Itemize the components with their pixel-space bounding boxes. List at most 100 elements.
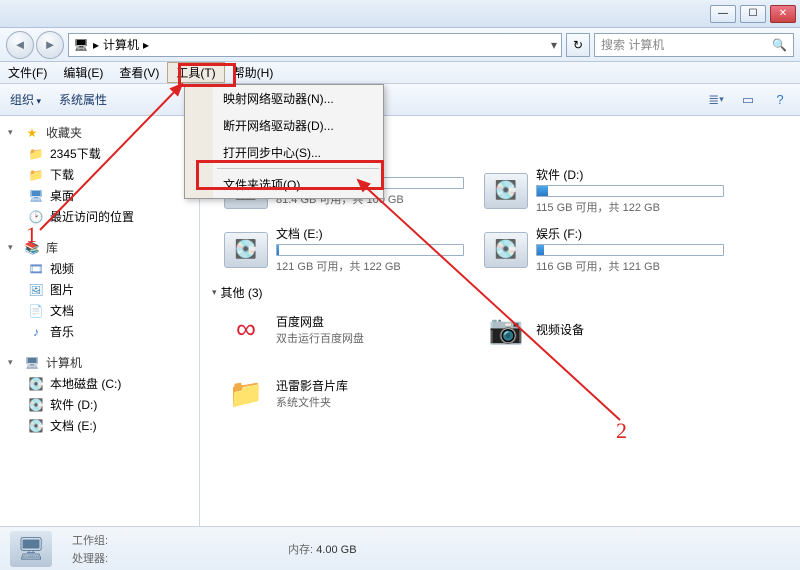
sidebar-item-label: 文档: [50, 302, 74, 319]
item-icon: 💽: [28, 376, 44, 392]
section-others-label: 其他 (3): [221, 284, 263, 301]
command-toolbar: 组织 系统属性 打开控制面板 ≣ ▭ ?: [0, 84, 800, 116]
item-icon: 📄: [28, 303, 44, 319]
sidebar-item-label: 最近访问的位置: [50, 208, 134, 225]
breadcrumb-sep: ▸: [93, 38, 99, 52]
sidebar-libraries-label: 库: [46, 239, 58, 256]
refresh-button[interactable]: ↻: [566, 33, 590, 57]
navigation-pane: ▾ ★ 收藏夹 📁2345下载📁下载🖥桌面🕑最近访问的位置 ▾ 📚 库 🎞视频🖼…: [0, 116, 200, 526]
drive-item[interactable]: 💽软件 (D:)115 GB 可用，共 122 GB: [484, 166, 724, 215]
other-item-icon: 📁: [224, 371, 268, 415]
other-item-icon: ∞: [224, 307, 268, 351]
sidebar-item[interactable]: 📄 文档: [0, 300, 199, 321]
sidebar-item[interactable]: 📁 下载: [0, 164, 199, 185]
drive-name: 软件 (D:): [536, 166, 724, 183]
drive-usage-bar: [536, 244, 724, 256]
item-icon: ♪: [28, 324, 44, 340]
preview-pane-button[interactable]: ▭: [738, 90, 758, 110]
collapse-icon: ▾: [8, 242, 18, 253]
item-icon: 🎞: [28, 261, 44, 277]
back-button[interactable]: ◄: [6, 31, 34, 59]
menu-tools[interactable]: 工具(T): [167, 62, 224, 83]
sidebar-item[interactable]: 📁 2345下载: [0, 143, 199, 164]
navigation-bar: ◄ ► 🖥 ▸ 计算机 ▸ ▾ ↻ 搜索 计算机 🔍: [0, 28, 800, 62]
item-icon: 🖼: [28, 282, 44, 298]
menu-folder-options[interactable]: 文件夹选项(O)...: [213, 171, 383, 198]
item-icon: 💽: [28, 397, 44, 413]
sidebar-item[interactable]: 💽 本地磁盘 (C:): [0, 373, 199, 394]
other-item[interactable]: ∞ 百度网盘双击运行百度网盘: [224, 307, 464, 351]
cpu-label: 处理器:: [72, 553, 108, 565]
sidebar-item[interactable]: 💽 软件 (D:): [0, 394, 199, 415]
address-dropdown-icon[interactable]: ▾: [551, 38, 557, 52]
drive-item[interactable]: 💽 娱乐 (F:) 116 GB 可用，共 121 GB: [484, 225, 724, 274]
sidebar-computer-header[interactable]: ▾ 🖥 计算机: [0, 352, 199, 373]
menu-edit[interactable]: 编辑(E): [55, 62, 111, 83]
drive-icon: 💽: [484, 232, 528, 268]
search-placeholder: 搜索 计算机: [601, 36, 664, 53]
drive-item[interactable]: 💽 文档 (E:) 121 GB 可用，共 122 GB: [224, 225, 464, 274]
sidebar-computer-label: 计算机: [46, 354, 82, 371]
menu-map-network-drive[interactable]: 映射网络驱动器(N)...: [213, 85, 383, 112]
sidebar-item[interactable]: ♪ 音乐: [0, 321, 199, 342]
sidebar-item-label: 图片: [50, 281, 74, 298]
menu-view[interactable]: 查看(V): [111, 62, 167, 83]
drive-usage-bar: [276, 244, 464, 256]
search-icon: 🔍: [772, 38, 787, 52]
sidebar-item-label: 视频: [50, 260, 74, 277]
menu-disconnect-network-drive[interactable]: 断开网络驱动器(D)...: [213, 112, 383, 139]
other-item-name: 百度网盘: [276, 313, 364, 330]
menu-separator: [217, 168, 379, 169]
drive-free-space: 121 GB 可用，共 122 GB: [276, 258, 464, 274]
tools-dropdown: 映射网络驱动器(N)... 断开网络驱动器(D)... 打开同步中心(S)...…: [184, 84, 384, 199]
drive-free-space: 116 GB 可用，共 121 GB: [536, 258, 724, 274]
help-button[interactable]: ?: [770, 90, 790, 110]
item-icon: 📁: [28, 146, 44, 162]
drive-icon: 💽: [484, 173, 528, 209]
sidebar-favorites-header[interactable]: ▾ ★ 收藏夹: [0, 122, 199, 143]
sidebar-favorites-label: 收藏夹: [46, 124, 82, 141]
breadcrumb-sep: ▸: [143, 38, 149, 52]
annotation-label-1: 1: [26, 222, 37, 248]
sidebar-item-label: 软件 (D:): [50, 396, 97, 413]
sidebar-item[interactable]: 🎞 视频: [0, 258, 199, 279]
item-icon: 💽: [28, 418, 44, 434]
item-icon: 📁: [28, 167, 44, 183]
computer-icon: 🖥: [73, 37, 89, 53]
breadcrumb-computer[interactable]: 计算机: [103, 36, 139, 53]
sidebar-item[interactable]: 🖥桌面: [0, 185, 199, 206]
sidebar-item[interactable]: 💽文档 (E:): [0, 415, 199, 436]
sidebar-item-label: 2345下载: [50, 145, 101, 162]
forward-button[interactable]: ►: [36, 31, 64, 59]
other-item[interactable]: 📷视频设备: [484, 307, 724, 351]
menu-bar: 文件(F) 编辑(E) 查看(V) 工具(T) 帮助(H): [0, 62, 800, 84]
workgroup-label: 工作组:: [72, 535, 108, 547]
minimize-button[interactable]: —: [710, 5, 736, 23]
section-others-header[interactable]: ▾ 其他 (3): [212, 284, 788, 301]
sidebar-item-label: 下载: [50, 166, 74, 183]
collapse-icon: ▾: [212, 287, 217, 298]
drive-icon: 💽: [224, 232, 268, 268]
annotation-label-2: 2: [616, 418, 627, 444]
close-button[interactable]: ✕: [770, 5, 796, 23]
organize-button[interactable]: 组织: [10, 91, 41, 108]
sidebar-item[interactable]: 🖼 图片: [0, 279, 199, 300]
menu-help[interactable]: 帮助(H): [225, 62, 282, 83]
other-item-sub: 双击运行百度网盘: [276, 330, 364, 346]
search-input[interactable]: 搜索 计算机 🔍: [594, 33, 794, 57]
other-item-icon: 📷: [484, 307, 528, 351]
sidebar-item-label: 本地磁盘 (C:): [50, 375, 121, 392]
memory-value: 4.00 GB: [316, 544, 356, 556]
menu-file[interactable]: 文件(F): [0, 62, 55, 83]
sidebar-item-label: 音乐: [50, 323, 74, 340]
menu-open-sync-center[interactable]: 打开同步中心(S)...: [213, 139, 383, 166]
collapse-icon: ▾: [8, 357, 18, 368]
maximize-button[interactable]: ☐: [740, 5, 766, 23]
system-properties-button[interactable]: 系统属性: [59, 91, 107, 108]
drive-name: 文档 (E:): [276, 225, 464, 242]
view-mode-button[interactable]: ≣: [706, 90, 726, 110]
other-item[interactable]: 📁迅雷影音片库系统文件夹: [224, 371, 464, 415]
drive-name: 娱乐 (F:): [536, 225, 724, 242]
item-icon: 🖥: [28, 188, 44, 204]
address-bar[interactable]: 🖥 ▸ 计算机 ▸ ▾: [68, 33, 562, 57]
